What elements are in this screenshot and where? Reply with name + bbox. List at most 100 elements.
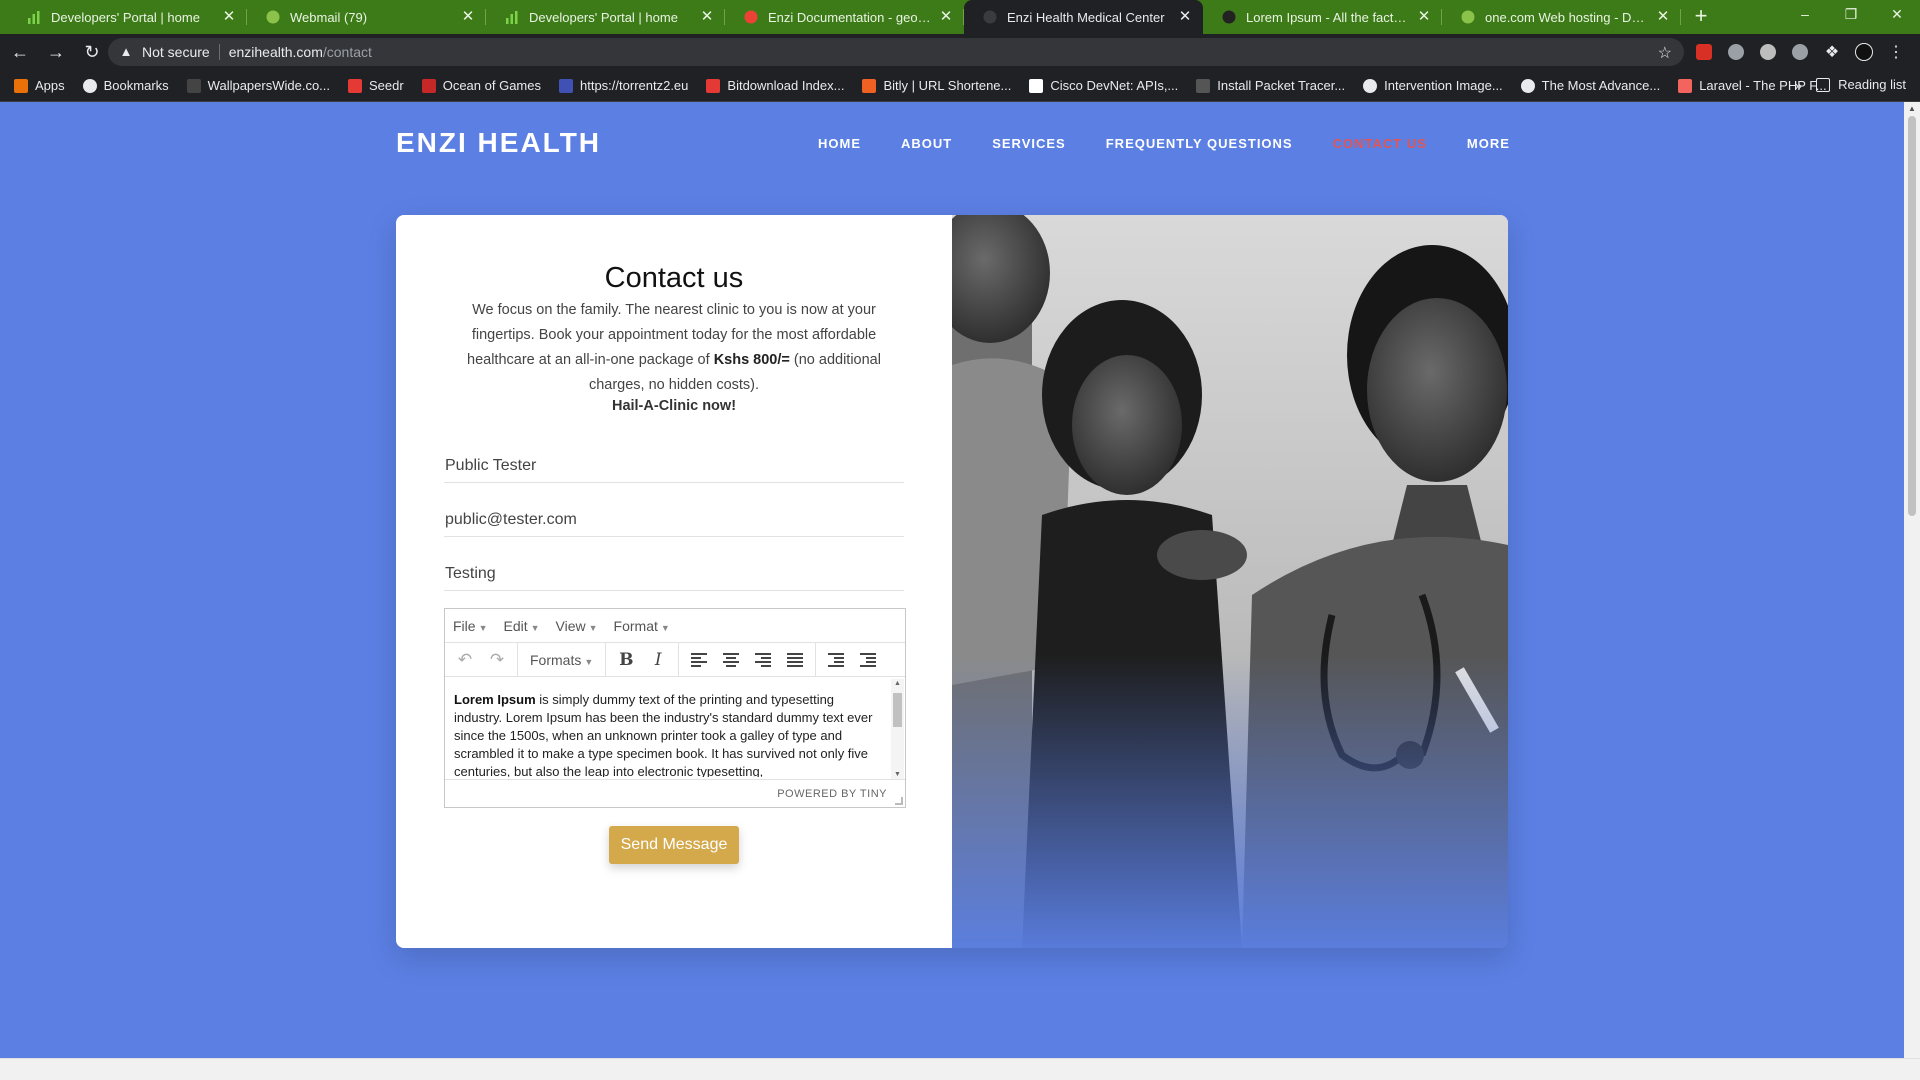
skype-extension-icon[interactable] — [1784, 36, 1816, 68]
security-label[interactable]: Not secure — [142, 44, 210, 60]
bookmark-item[interactable]: The Most Advance... — [1520, 78, 1660, 93]
vue-devtools-icon[interactable] — [1720, 36, 1752, 68]
bookmark-label: Cisco DevNet: APIs,... — [1050, 78, 1179, 93]
back-icon[interactable]: ← — [4, 36, 36, 68]
bookmark-label: WallpapersWide.co... — [207, 78, 331, 93]
restore-icon[interactable]: ❐ — [1828, 0, 1874, 30]
forward-icon[interactable]: → — [40, 36, 72, 68]
warning-icon[interactable]: ▲ — [118, 44, 134, 60]
horizontal-scrollbar[interactable] — [0, 1058, 1920, 1080]
tab-title: Lorem Ipsum - All the facts - Lips — [1246, 9, 1410, 25]
bookmark-item[interactable]: Cisco DevNet: APIs,... — [1029, 78, 1178, 93]
editor-menu-edit[interactable]: Edit ▼ — [503, 618, 539, 634]
browser-tab[interactable]: one.com Web hosting - Domain ✕ — [1442, 0, 1681, 34]
url-host[interactable]: enzihealth.com — [229, 44, 323, 60]
tab-close-icon[interactable]: ✕ — [699, 9, 715, 25]
align-left-icon[interactable] — [683, 646, 715, 674]
nav-item-more[interactable]: MORE — [1467, 136, 1510, 151]
browser-tab[interactable]: Developers' Portal | home ✕ — [8, 0, 247, 34]
bookmark-item[interactable]: Intervention Image... — [1363, 78, 1503, 93]
editor-scroll-down-icon[interactable]: ▼ — [891, 771, 904, 778]
subject-field[interactable] — [444, 557, 904, 591]
nav-item-frequently-questions[interactable]: FREQUENTLY QUESTIONS — [1106, 136, 1293, 151]
editor-menu-format[interactable]: Format ▼ — [614, 618, 670, 634]
site-logo[interactable]: ENZI HEALTH — [396, 127, 601, 159]
bookmark-label: Bitdownload Index... — [727, 78, 845, 93]
profile-avatar[interactable] — [1848, 36, 1880, 68]
acrobat-extension-icon[interactable] — [1688, 36, 1720, 68]
chrome-menu-icon[interactable]: ⋮ — [1880, 36, 1912, 68]
new-tab-button[interactable]: + — [1687, 0, 1715, 34]
editor-scrollbar[interactable]: ▲ ▼ — [891, 679, 904, 779]
bitly-icon — [862, 78, 877, 93]
nav-item-services[interactable]: SERVICES — [992, 136, 1066, 151]
editor-resize-handle[interactable] — [895, 797, 903, 805]
email-field[interactable] — [444, 503, 904, 537]
name-field[interactable] — [444, 449, 904, 483]
window-controls: – ❐ ✕ — [1782, 0, 1920, 30]
bookmark-label: Bitly | URL Shortene... — [883, 78, 1012, 93]
bookmark-item[interactable]: Bitly | URL Shortene... — [862, 78, 1011, 93]
editor-scroll-up-icon[interactable]: ▲ — [891, 680, 904, 687]
scroll-up-icon[interactable]: ▲ — [1904, 102, 1920, 116]
nav-item-home[interactable]: HOME — [818, 136, 861, 151]
browser-tab[interactable]: Lorem Ipsum - All the facts - Lips ✕ — [1203, 0, 1442, 34]
tab-close-icon[interactable]: ✕ — [1177, 9, 1193, 25]
nav-item-contact-us[interactable]: CONTACT US — [1333, 136, 1427, 151]
medical-team-illustration — [952, 215, 1508, 948]
bookmark-item[interactable]: Apps — [14, 78, 65, 93]
browser-tab[interactable]: Enzi Health Medical Center ✕ — [964, 0, 1203, 34]
reading-list-button[interactable]: Reading list — [1816, 77, 1906, 92]
browser-tab[interactable]: Developers' Portal | home ✕ — [486, 0, 725, 34]
contact-description: We focus on the family. The nearest clin… — [467, 302, 881, 393]
reload-icon[interactable]: ↻ — [76, 36, 108, 68]
bookmark-item[interactable]: Seedr — [348, 78, 404, 93]
editor-scroll-thumb[interactable] — [893, 693, 902, 727]
bookmark-item[interactable]: Ocean of Games — [421, 78, 541, 93]
bookmark-item[interactable]: WallpapersWide.co... — [186, 78, 331, 93]
align-right-icon[interactable] — [747, 646, 779, 674]
browser-tab[interactable]: Webmail (79) ✕ — [247, 0, 486, 34]
close-window-icon[interactable]: ✕ — [1874, 0, 1920, 30]
bookmark-label: Laravel - The PHP F... — [1699, 78, 1827, 93]
bookmark-item[interactable]: Install Packet Tracer... — [1196, 78, 1345, 93]
record-extension-icon[interactable] — [1752, 36, 1784, 68]
browser-tab[interactable]: Enzi Documentation - george.jan ✕ — [725, 0, 964, 34]
tab-close-icon[interactable]: ✕ — [938, 9, 954, 25]
outdent-icon[interactable] — [820, 646, 852, 674]
tab-close-icon[interactable]: ✕ — [221, 9, 237, 25]
minimize-icon[interactable]: – — [1782, 0, 1828, 30]
bookmarks-overflow-button[interactable]: » — [1795, 78, 1802, 93]
editor-body[interactable]: Lorem Ipsum is simply dummy text of the … — [445, 677, 905, 777]
bookmark-star-icon[interactable]: ☆ — [1658, 43, 1672, 63]
address-bar[interactable]: ▲ Not secure enzihealth.com/contact ☆ — [108, 38, 1684, 66]
editor-menu-file[interactable]: File ▼ — [453, 618, 487, 634]
cisco-icon — [1029, 78, 1044, 93]
bookmark-item[interactable]: Bookmarks — [82, 78, 169, 93]
bold-button[interactable]: B — [610, 646, 642, 674]
bookmark-item[interactable]: https://torrentz2.eu — [559, 78, 688, 93]
tab-close-icon[interactable]: ✕ — [1655, 9, 1671, 25]
undo-icon[interactable]: ↶ — [449, 646, 481, 674]
align-justify-icon[interactable] — [779, 646, 811, 674]
bookmark-item[interactable]: Bitdownload Index... — [706, 78, 844, 93]
redo-icon[interactable]: ↷ — [481, 646, 513, 674]
italic-button[interactable]: I — [642, 646, 674, 674]
powered-by-tiny-link[interactable]: POWERED BY TINY — [777, 788, 887, 800]
extensions-puzzle-icon[interactable]: ❖ — [1816, 36, 1848, 68]
tab-close-icon[interactable]: ✕ — [1416, 9, 1432, 25]
send-message-button[interactable]: Send Message — [609, 826, 739, 864]
indent-icon[interactable] — [852, 646, 884, 674]
nav-item-about[interactable]: ABOUT — [901, 136, 952, 151]
tab-close-icon[interactable]: ✕ — [460, 9, 476, 25]
page-scrollbar[interactable]: ▲ — [1904, 102, 1920, 1058]
bookmark-label: Ocean of Games — [442, 78, 541, 93]
bookmark-item[interactable]: Laravel - The PHP F... — [1678, 78, 1827, 93]
green-circle-icon — [265, 9, 281, 25]
editor-menu-view[interactable]: View ▼ — [556, 618, 598, 634]
formats-dropdown[interactable]: Formats ▼ — [522, 652, 601, 668]
url-path[interactable]: /contact — [323, 44, 372, 60]
align-center-icon[interactable] — [715, 646, 747, 674]
contact-title: Contact us — [604, 262, 744, 294]
page-scroll-thumb[interactable] — [1908, 116, 1916, 516]
